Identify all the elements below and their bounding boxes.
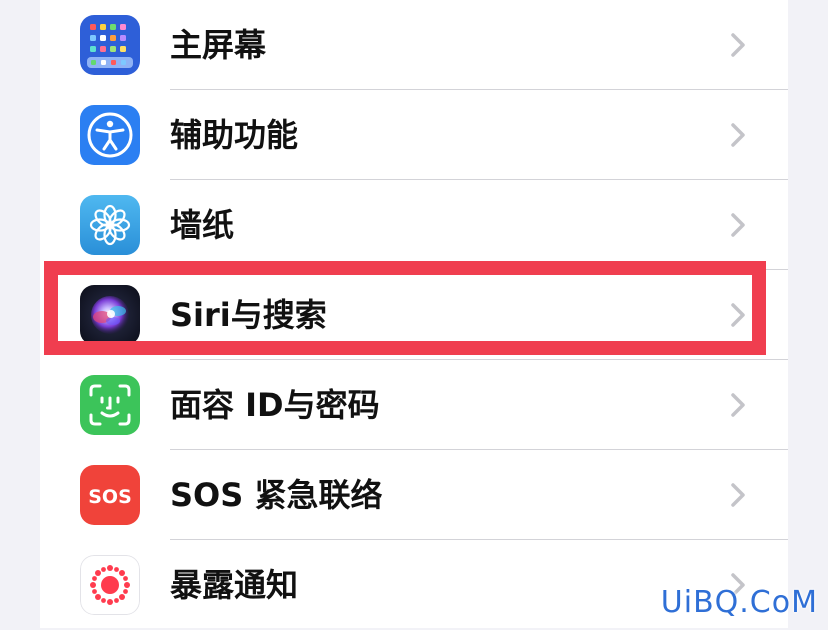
watermark-text: UiBQ.CoM <box>660 585 818 620</box>
settings-row-label: 面容 ID与密码 <box>170 386 380 424</box>
sos-icon: SOS <box>80 465 140 525</box>
settings-row-siri-search[interactable]: Siri与搜索 <box>40 270 788 360</box>
settings-row-label: 辅助功能 <box>170 116 299 154</box>
settings-row-label: Siri与搜索 <box>170 296 327 334</box>
settings-row-face-id-passcode[interactable]: 面容 ID与密码 <box>40 360 788 450</box>
chevron-right-icon <box>724 391 752 419</box>
sos-icon-text: SOS <box>88 486 132 508</box>
settings-row-label: SOS 紧急联络 <box>170 476 383 514</box>
face-id-icon <box>80 375 140 435</box>
siri-icon <box>80 285 140 345</box>
accessibility-icon <box>80 105 140 165</box>
settings-row-accessibility[interactable]: 辅助功能 <box>40 90 788 180</box>
chevron-right-icon <box>724 211 752 239</box>
chevron-right-icon <box>724 301 752 329</box>
settings-row-label: 暴露通知 <box>170 566 299 604</box>
settings-row-home-screen[interactable]: 主屏幕 <box>40 0 788 90</box>
settings-row-label: 墙纸 <box>170 206 235 244</box>
settings-row-label: 主屏幕 <box>170 26 267 64</box>
chevron-right-icon <box>724 31 752 59</box>
chevron-right-icon <box>724 481 752 509</box>
settings-row-emergency-sos[interactable]: SOS SOS 紧急联络 <box>40 450 788 540</box>
exposure-notification-icon <box>80 555 140 615</box>
wallpaper-flower-icon <box>80 195 140 255</box>
chevron-right-icon <box>724 121 752 149</box>
settings-row-wallpaper[interactable]: 墙纸 <box>40 180 788 270</box>
home-screen-icon <box>80 15 140 75</box>
